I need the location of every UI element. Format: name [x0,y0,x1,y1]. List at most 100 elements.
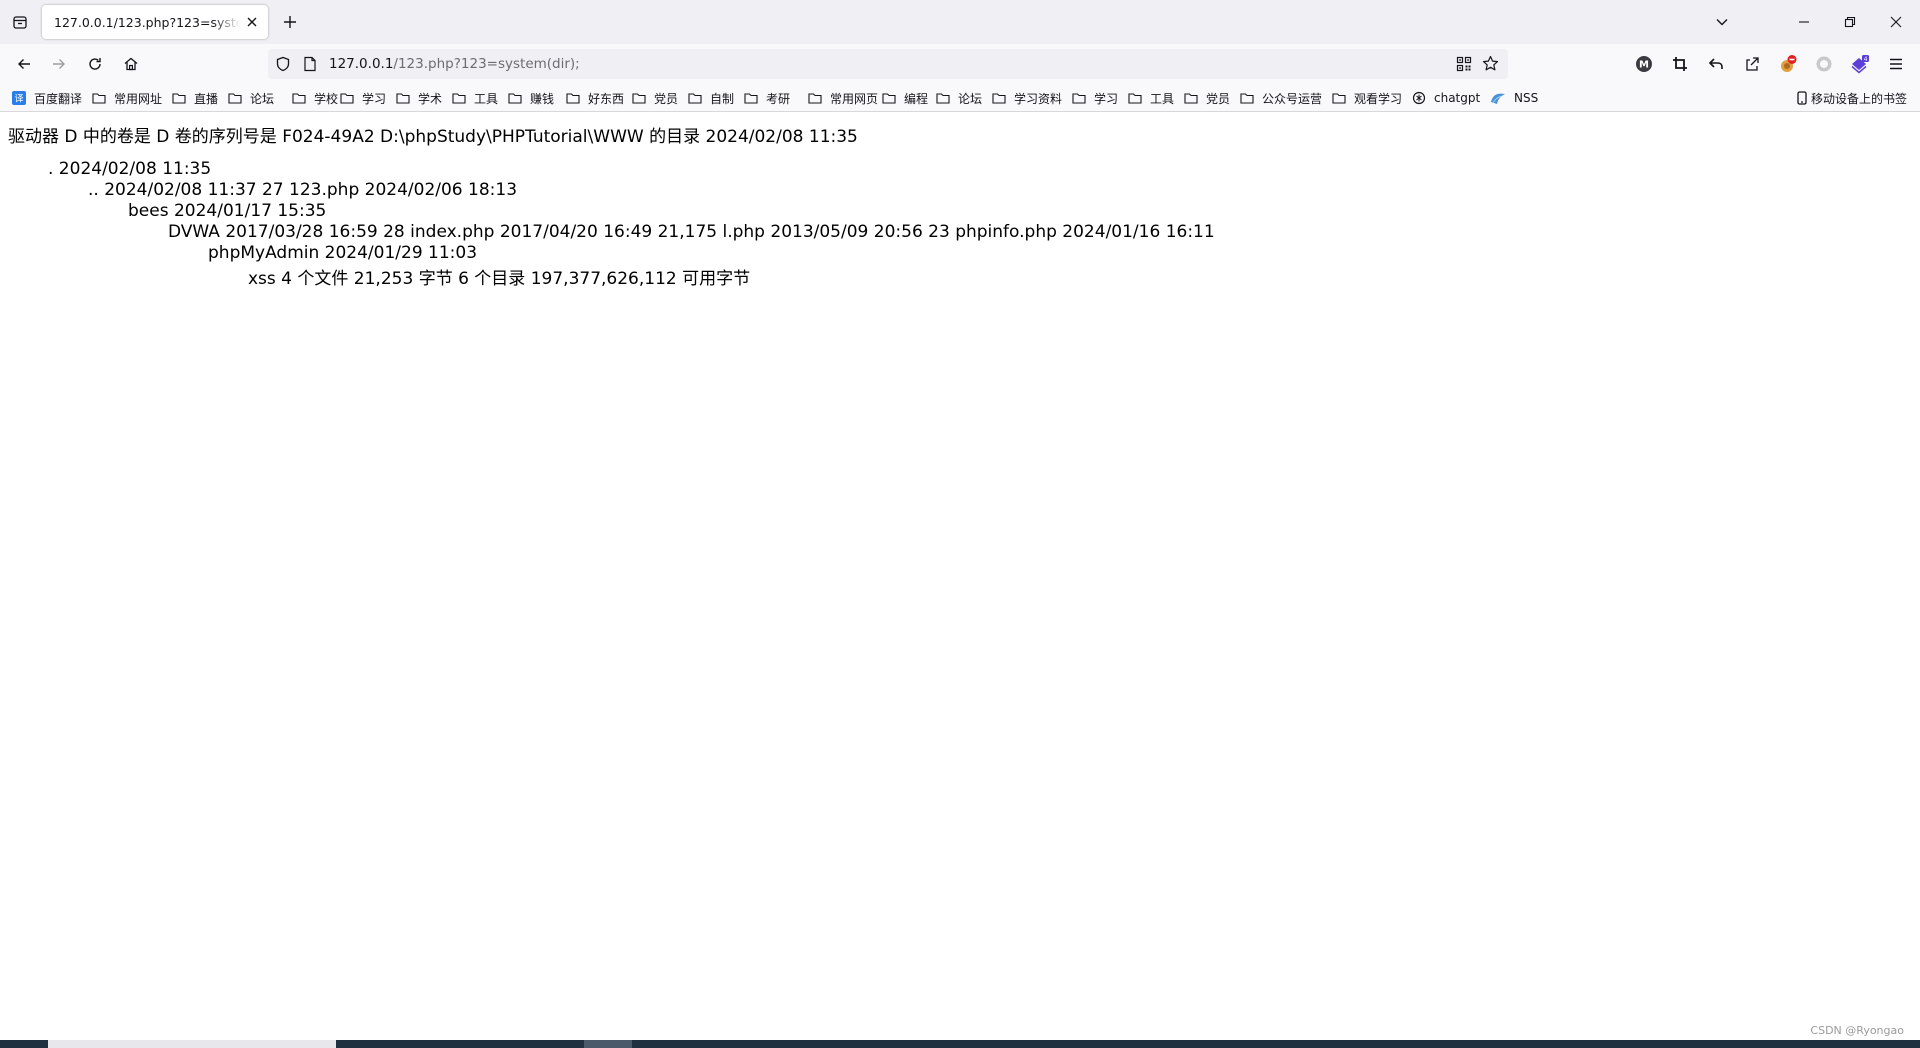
bookmark-label: 公众号运营 [1262,91,1323,106]
chevron-down-icon[interactable] [1710,10,1734,34]
bookmark-item[interactable]: 常用网页 [808,89,878,107]
taskbar-item[interactable] [48,1040,336,1048]
watermark: CSDN @Ryongao [1810,1024,1904,1037]
folder-icon [92,92,110,104]
menu-icon[interactable] [1884,52,1908,76]
bookmark-label: 考研 [766,91,791,106]
folder-icon [1332,92,1350,104]
url-bar[interactable]: 127.0.0.1/123.php?123=system(dir); [268,49,1508,79]
close-icon[interactable] [244,14,260,30]
folder-icon [340,92,358,104]
directory-header-line: 驱动器 D 中的卷是 D 卷的序列号是 F024-49A2 D:\phpStud… [8,127,858,147]
bookmark-item[interactable]: 学术 [396,89,442,107]
restore-icon[interactable] [1838,10,1862,34]
folder-icon [936,92,954,104]
bookmark-item[interactable]: 工具 [1128,89,1174,107]
bookmark-label: 学习资料 [1014,91,1063,106]
tab-list-icon[interactable] [8,10,32,34]
folder-icon [292,92,310,104]
bookmark-item[interactable]: 编程 [882,89,928,107]
bookmark-label: 党员 [1206,91,1231,106]
folder-icon [744,92,762,104]
bookmark-label: 工具 [1150,91,1175,106]
qr-code-icon[interactable] [1456,56,1472,76]
navigation-toolbar: 127.0.0.1/123.php?123=system(dir); M 4 [0,44,1920,84]
bookmark-item[interactable]: 学习 [340,89,386,107]
bookmark-item[interactable]: chatgpt [1412,89,1480,107]
bookmark-label: 自制 [710,91,735,106]
bookmark-label: 赚钱 [530,91,555,106]
taskbar-item[interactable] [584,1040,632,1048]
bookmark-item[interactable]: 论坛 [936,89,982,107]
directory-entry-line: bees 2024/01/17 15:35 [128,201,327,221]
directory-entry-line: . 2024/02/08 11:35 [48,159,212,179]
bookmark-item[interactable]: 考研 [744,89,790,107]
url-host: 127.0.0.1 [329,56,394,72]
browser-tab[interactable]: 127.0.0.1/123.php?123=system(dir); [42,5,268,39]
share-icon[interactable] [1740,52,1764,76]
bookmark-label: 学习 [1094,91,1119,106]
window-close-icon[interactable] [1884,10,1908,34]
extension-4-icon[interactable]: 4 [1848,52,1872,76]
folder-icon [1240,92,1258,104]
plus-icon[interactable] [280,12,300,32]
folder-icon [1072,92,1090,104]
shield-icon[interactable] [275,56,291,76]
forward-icon[interactable] [47,52,71,76]
bookmark-item[interactable]: 公众号运营 [1240,89,1322,107]
bookmark-item[interactable]: 论坛 [228,89,274,107]
folder-icon [1184,92,1202,104]
bookmark-label: 好东西 [588,91,625,106]
taskbar [0,1040,1920,1048]
folder-icon [228,92,246,104]
mobile-icon [1797,91,1807,105]
bookmark-label: 学校 [314,91,339,106]
svg-text:4: 4 [1864,56,1868,63]
mobile-bookmarks[interactable]: 移动设备上的书签 [1797,89,1907,107]
folder-icon [396,92,414,104]
bookmark-item[interactable]: 党员 [632,89,678,107]
chatgpt-icon [1412,91,1430,105]
url-text[interactable]: 127.0.0.1/123.php?123=system(dir); [329,56,580,72]
translate-icon: 译 [12,91,30,105]
bookmark-item[interactable]: 党员 [1184,89,1230,107]
directory-entry-line: xss 4 个文件 21,253 字节 6 个目录 197,377,626,11… [248,269,751,289]
minimize-icon[interactable] [1792,10,1816,34]
extension-badge-icon[interactable] [1776,52,1800,76]
bookmarks-bar: 移动设备上的书签 译百度翻译 常用网址 直播 论坛 学校 学习 学术 工具 赚钱 好东西 党员 自制 考… [0,84,1920,112]
bookmark-label: 论坛 [958,91,983,106]
back-icon[interactable] [12,52,36,76]
bookmark-label: 常用网页 [830,91,879,106]
star-icon[interactable] [1482,55,1499,76]
bookmark-item[interactable]: 直播 [172,89,218,107]
bookmark-item[interactable]: 译百度翻译 [12,89,82,107]
bookmark-item[interactable]: 工具 [452,89,498,107]
bookmark-label: 编程 [904,91,929,106]
home-icon[interactable] [119,52,143,76]
folder-icon [808,92,826,104]
page-icon[interactable] [303,56,317,76]
directory-entry-line: DVWA 2017/03/28 16:59 28 index.php 2017/… [168,222,1215,242]
bookmark-item[interactable]: 学习 [1072,89,1118,107]
bookmark-item[interactable]: 学习资料 [992,89,1062,107]
folder-icon [882,92,900,104]
bookmark-item[interactable]: 好东西 [566,89,624,107]
folder-icon [1128,92,1146,104]
nss-icon [1490,91,1510,105]
bookmark-item[interactable]: 赚钱 [508,89,554,107]
bookmark-item[interactable]: 观看学习 [1332,89,1402,107]
undo-icon[interactable] [1704,52,1728,76]
extension-m-icon[interactable]: M [1632,52,1656,76]
bookmark-item[interactable]: NSS [1490,89,1538,107]
bookmark-item[interactable]: 学校 [292,89,338,107]
svg-text:译: 译 [14,94,23,105]
directory-entry-line: .. 2024/02/08 11:37 27 123.php 2024/02/0… [88,180,518,200]
tab-strip: 127.0.0.1/123.php?123=system(dir); [0,0,1920,44]
reload-icon[interactable] [83,52,107,76]
bookmark-item[interactable]: 常用网址 [92,89,162,107]
crop-icon[interactable] [1668,52,1692,76]
bookmark-label: NSS [1514,91,1539,105]
circle-icon[interactable] [1812,52,1836,76]
bookmark-item[interactable]: 自制 [688,89,734,107]
bookmark-label: 常用网址 [114,91,163,106]
